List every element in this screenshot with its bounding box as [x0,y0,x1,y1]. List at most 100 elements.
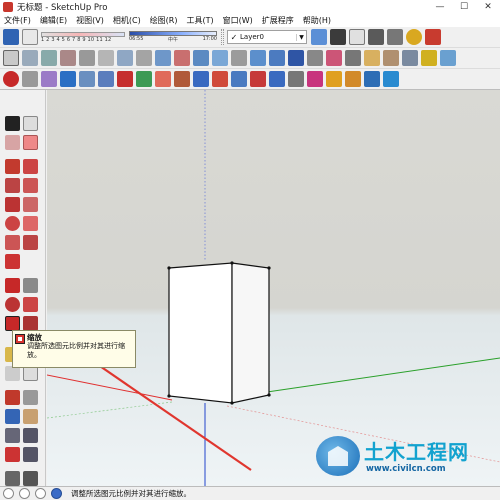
beam-icon[interactable] [174,50,190,66]
fillet-icon[interactable] [326,50,342,66]
freehand-tool-icon[interactable] [23,159,38,174]
polyline-icon[interactable] [307,50,323,66]
component-icon[interactable] [368,29,384,45]
eraser-tool-icon[interactable] [23,135,38,150]
roof-icon[interactable] [155,50,171,66]
chevron-down-icon[interactable]: ▼ [296,33,306,41]
c3-icon[interactable] [307,71,323,87]
cut-icon[interactable] [117,71,133,87]
offset-tool-icon[interactable] [23,316,38,331]
eraser-icon[interactable] [22,29,38,45]
shadow-time-slider[interactable]: 06:55 中午 17:00 [129,31,217,43]
arc-tool-icon[interactable] [5,178,20,193]
wall-icon[interactable] [41,50,57,66]
circle-tool-icon[interactable] [5,216,20,231]
extension-icon[interactable] [387,29,403,45]
menu-help[interactable]: 帮助(H) [303,15,331,26]
material-icon[interactable] [383,50,399,66]
spline-icon[interactable] [269,50,285,66]
stairs-icon[interactable] [98,50,114,66]
scale-tool-icon[interactable] [5,316,20,331]
box-fill-icon[interactable] [326,71,342,87]
zoom-tool-icon[interactable] [5,428,20,443]
columns-icon[interactable] [79,50,95,66]
fur-icon[interactable] [345,71,361,87]
bomb-icon[interactable] [3,71,19,87]
follow-me-icon[interactable] [23,297,38,312]
text-tool-icon[interactable] [23,366,38,381]
rectangle-tool-icon[interactable] [5,197,20,212]
box-icon[interactable] [3,50,19,66]
zoom-extents-icon[interactable] [5,447,20,462]
rotate-tool-icon[interactable] [5,297,20,312]
select-icon[interactable] [3,29,19,45]
move-up-icon[interactable] [250,71,266,87]
curve-icon[interactable] [231,50,247,66]
polygon-tool-icon[interactable] [23,216,38,231]
gear-icon[interactable] [79,71,95,87]
three-point-arc-icon[interactable] [5,235,20,250]
rotated-rectangle-icon[interactable] [23,197,38,212]
leaf-icon[interactable] [136,71,152,87]
3d-text-icon[interactable] [23,390,38,405]
layer-dropdown[interactable]: ✓ Layer0 ▼ [227,30,307,44]
flower-icon[interactable] [155,71,171,87]
instructor-icon[interactable] [51,488,62,499]
pie-arc-icon[interactable] [5,254,20,269]
y-split-icon[interactable] [98,71,114,87]
move-tool-icon[interactable] [5,278,20,293]
minimize-button[interactable]: — [428,0,452,14]
flip-icon[interactable] [288,71,304,87]
bezier-icon[interactable] [288,50,304,66]
push-pull-icon[interactable] [23,278,38,293]
menu-edit[interactable]: 编辑(E) [40,15,67,26]
menu-view[interactable]: 视图(V) [76,15,104,26]
split-icon[interactable] [440,50,456,66]
maximize-button[interactable]: ☐ [452,0,476,14]
sweep-icon[interactable] [22,71,38,87]
pan-tool-icon[interactable] [23,409,38,424]
make-component-icon[interactable] [23,116,38,131]
arrow-tool-icon[interactable] [250,50,266,66]
select-tool-icon[interactable] [5,116,20,131]
mirror-icon[interactable] [212,71,228,87]
extension-warehouse-icon[interactable] [406,29,422,45]
rail-icon[interactable] [193,50,209,66]
zoom-window-icon[interactable] [23,428,38,443]
layer-manager-icon[interactable] [311,29,327,45]
previous-view-icon[interactable] [23,447,38,462]
move-down-icon[interactable] [269,71,285,87]
cube-icon[interactable] [22,50,38,66]
look-around-icon[interactable] [23,471,38,486]
rotate-icon[interactable] [231,71,247,87]
shadow-date-slider[interactable]: 1 2 3 4 5 6 7 8 9 10 11 12 [41,31,125,43]
line-tool-icon[interactable] [5,159,20,174]
menu-tools[interactable]: 工具(T) [187,15,214,26]
menu-file[interactable]: 文件(F) [4,15,31,26]
menu-extensions[interactable]: 扩展程序 [262,15,294,26]
warehouse-icon[interactable] [330,29,346,45]
credits-icon[interactable] [19,488,30,499]
door-icon[interactable] [136,50,152,66]
sandbox-icon[interactable] [402,50,418,66]
frame-icon[interactable] [60,50,76,66]
fredo-icon[interactable] [364,71,380,87]
geo-location-icon[interactable] [3,488,14,499]
orbit-tool-icon[interactable] [5,409,20,424]
pie-tool-icon[interactable] [23,178,38,193]
weld-icon[interactable] [345,50,361,66]
menu-window[interactable]: 窗口(W) [223,15,253,26]
plugin-icon[interactable] [421,50,437,66]
window-icon[interactable] [117,50,133,66]
protractor-icon[interactable] [5,366,20,381]
modeling-viewport[interactable] [47,90,500,486]
toolbar-grip[interactable] [221,29,224,45]
align-icon[interactable] [193,71,209,87]
close-button[interactable]: ✕ [476,0,500,14]
paint-bucket-icon[interactable] [5,135,20,150]
menu-draw[interactable]: 绘图(R) [150,15,178,26]
snowflake-icon[interactable] [60,71,76,87]
home-icon[interactable] [349,29,365,45]
position-camera-icon[interactable] [5,471,20,486]
menu-camera[interactable]: 相机(C) [113,15,141,26]
